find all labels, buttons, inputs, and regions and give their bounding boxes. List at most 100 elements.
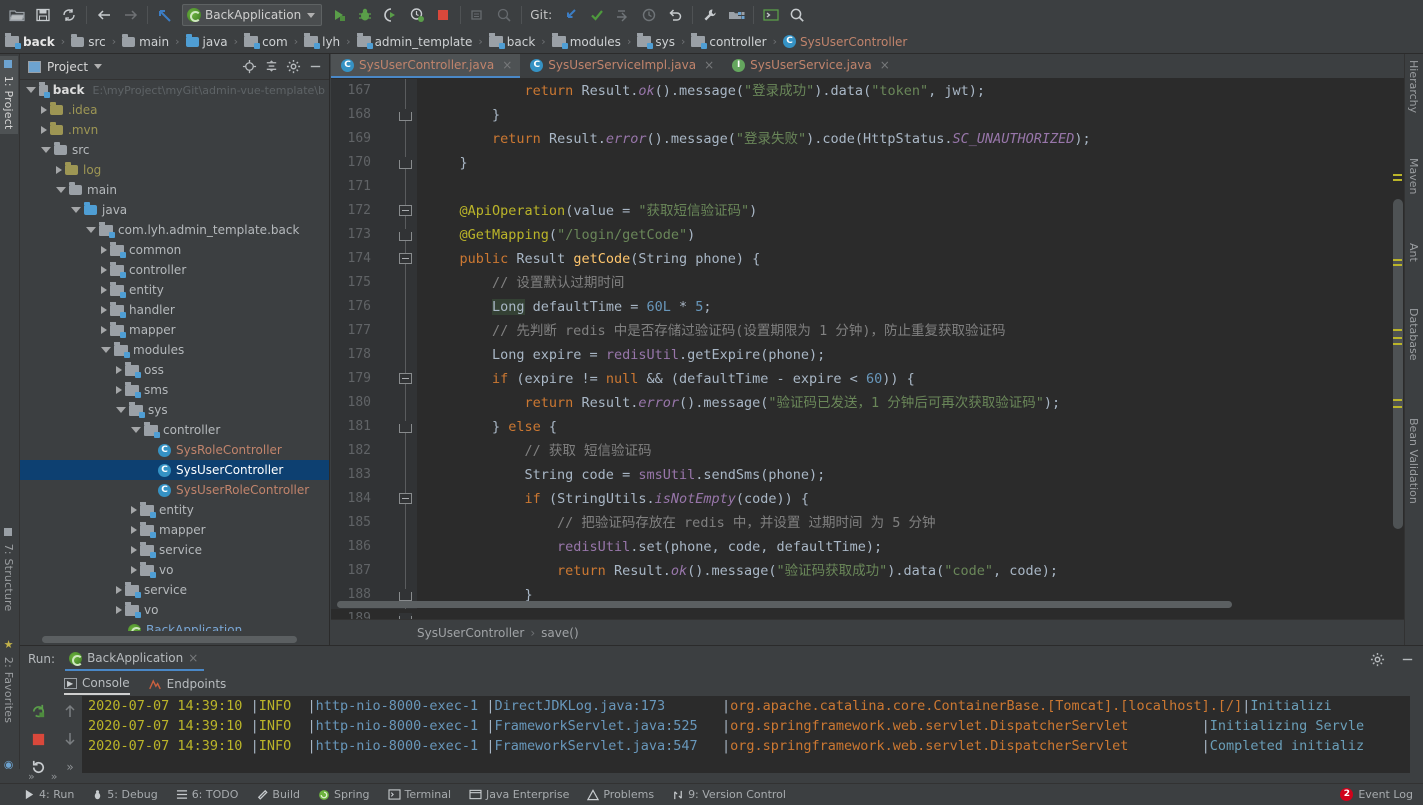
code-line[interactable]: // 获取 短信验证码: [417, 439, 1404, 463]
sidebar-item-favorites[interactable]: ★ 2: Favorites: [0, 634, 18, 727]
push-icon[interactable]: [610, 3, 636, 27]
status-item-9-version-control[interactable]: 9: Version Control: [672, 788, 786, 801]
tree-item--mvn[interactable]: .mvn: [20, 120, 329, 140]
chevron-right-icon[interactable]: [116, 366, 122, 374]
tree-item-controller[interactable]: controller: [20, 420, 329, 440]
run-coverage-icon[interactable]: [378, 3, 404, 27]
chevron-down-icon[interactable]: [71, 207, 81, 213]
back-arrow-icon[interactable]: [91, 3, 117, 27]
status-item-terminal[interactable]: Terminal: [387, 788, 451, 801]
breadcrumb-item-sysusercontroller[interactable]: C SysUserController: [782, 32, 908, 52]
breadcrumb-item-back[interactable]: back: [4, 32, 56, 52]
breadcrumb-item-controller[interactable]: controller: [690, 32, 767, 52]
editor-tab-sysusercontroller[interactable]: C SysUserController.java ×: [331, 54, 521, 78]
code-line[interactable]: return Result.error().message("验证码已发送，1 …: [417, 391, 1404, 415]
fold-end-icon[interactable]: [399, 421, 412, 433]
status-item-java-enterprise[interactable]: Java Enterprise: [469, 788, 569, 801]
chevron-right-icon[interactable]: [131, 506, 137, 514]
marker-warning[interactable]: [1393, 399, 1402, 401]
status-item-spring[interactable]: Spring: [318, 788, 370, 801]
tree-item-controller[interactable]: controller: [20, 260, 329, 280]
code-editor[interactable]: 167 168 169 170 171 172 173 174 175 176 177 178 179 1…: [331, 79, 1404, 698]
build-project-icon[interactable]: [465, 3, 491, 27]
tree-item-back[interactable]: back E:\myProject\myGit\admin-vue-templat…: [20, 80, 329, 100]
code-line[interactable]: if (StringUtils.isNotEmpty(code)) {: [417, 487, 1404, 511]
tree-item-log[interactable]: log: [20, 160, 329, 180]
code-line[interactable]: return Result.ok().message("登录成功").data(…: [417, 79, 1404, 103]
breadcrumb-item-com[interactable]: com: [243, 32, 289, 52]
chevron-down-icon[interactable]: [56, 187, 66, 193]
tree-item-entity[interactable]: entity: [20, 280, 329, 300]
chevron-right-icon[interactable]: [41, 126, 47, 134]
tree-item-service[interactable]: service: [20, 580, 329, 600]
chevron-down-icon[interactable]: [307, 12, 316, 18]
project-horizontal-scrollbar[interactable]: [42, 636, 297, 643]
chevron-down-icon[interactable]: [26, 87, 36, 93]
revert-icon[interactable]: [152, 3, 178, 27]
tab-console[interactable]: ▶ Console: [64, 673, 130, 695]
run-icon[interactable]: [326, 3, 352, 27]
tree-item-service[interactable]: service: [20, 540, 329, 560]
editor-marker-bar[interactable]: [1391, 79, 1404, 609]
marker-warning[interactable]: [1393, 329, 1402, 331]
chevron-right-icon[interactable]: [101, 326, 107, 334]
marker-warning[interactable]: [1393, 259, 1402, 261]
project-structure-icon[interactable]: [723, 3, 749, 27]
breadcrumb-item-back[interactable]: back: [488, 32, 537, 52]
collapse-all-icon[interactable]: [261, 57, 281, 77]
code-line[interactable]: return Result.error().message("登录失败").co…: [417, 127, 1404, 151]
tab-endpoints[interactable]: Endpoints: [148, 673, 226, 695]
tree-item-oss[interactable]: oss: [20, 360, 329, 380]
breadcrumb-item-admin-template[interactable]: admin_template: [356, 32, 474, 52]
code-line[interactable]: if (expire != null && (defaultTime - exp…: [417, 367, 1404, 391]
tree-item-backapplication[interactable]: BackApplication: [20, 620, 329, 631]
settings-gear-icon[interactable]: [1367, 649, 1387, 669]
profile-icon[interactable]: [404, 3, 430, 27]
expand-icon[interactable]: »: [56, 754, 84, 780]
code-line[interactable]: [417, 175, 1404, 199]
tree-item-sms[interactable]: sms: [20, 380, 329, 400]
breadcrumb-item-modules[interactable]: modules: [551, 32, 622, 52]
status-item-6-todo[interactable]: 6: TODO: [176, 788, 238, 801]
code-line[interactable]: return Result.ok().message("验证码获取成功").da…: [417, 559, 1404, 583]
rerun-icon[interactable]: [24, 698, 52, 724]
marker-warning[interactable]: [1393, 343, 1402, 345]
chevron-right-icon[interactable]: [56, 166, 62, 174]
chevron-right-icon[interactable]: [101, 306, 107, 314]
code-line[interactable]: // 把验证码存放在 redis 中，并设置 过期时间 为 5 分钟: [417, 511, 1404, 535]
console-output[interactable]: 2020-07-07 14:39:10 |INFO |http-nio-8000…: [82, 696, 1410, 773]
marker-warning[interactable]: [1393, 264, 1402, 266]
status-item-build[interactable]: Build: [256, 788, 300, 801]
fold-end-icon[interactable]: [399, 229, 412, 241]
fold-collapse-icon[interactable]: [399, 493, 412, 504]
code-line[interactable]: Long defaultTime = 60L * 5;: [417, 295, 1404, 319]
fold-end-icon[interactable]: [399, 157, 412, 169]
scroll-up-icon[interactable]: [56, 698, 84, 724]
editor-gutter[interactable]: 167 168 169 170 171 172 173 174 175 176 177 178 179 1…: [331, 79, 417, 698]
sidebar-item-maven[interactable]: Maven: [1405, 154, 1422, 198]
breadcrumb-method[interactable]: save(): [541, 626, 578, 640]
tree-item-sysuserrolecontroller[interactable]: C SysUserRoleController: [20, 480, 329, 500]
sidebar-item-project[interactable]: 1: Project: [0, 56, 18, 134]
code-line[interactable]: public Result getCode(String phone) {: [417, 247, 1404, 271]
code-line[interactable]: @GetMapping("/login/getCode"): [417, 223, 1404, 247]
breadcrumb-item-src[interactable]: src: [70, 32, 107, 52]
marker-warning[interactable]: [1393, 179, 1402, 181]
close-icon[interactable]: ×: [880, 58, 890, 72]
tree-item-vo[interactable]: vo: [20, 600, 329, 620]
stop-icon[interactable]: [24, 726, 52, 752]
status-item-problems[interactable]: Problems: [587, 788, 654, 801]
editor-horizontal-scrollbar[interactable]: [331, 599, 1404, 609]
chevron-right-icon[interactable]: [116, 586, 122, 594]
tree-item-handler[interactable]: handler: [20, 300, 329, 320]
stop-icon[interactable]: [430, 3, 456, 27]
collapse-chevron-icon[interactable]: »: [28, 770, 35, 783]
history-icon[interactable]: [636, 3, 662, 27]
chevron-right-icon[interactable]: [131, 566, 137, 574]
chevron-right-icon[interactable]: [41, 106, 47, 114]
status-item-4-run[interactable]: 4: Run: [24, 788, 74, 801]
fold-end-icon[interactable]: [399, 109, 412, 121]
sidebar-item-hierarchy[interactable]: Hierarchy: [1405, 56, 1422, 117]
commit-icon[interactable]: [584, 3, 610, 27]
sidebar-item-bean-validation[interactable]: Bean Validation: [1405, 414, 1422, 508]
